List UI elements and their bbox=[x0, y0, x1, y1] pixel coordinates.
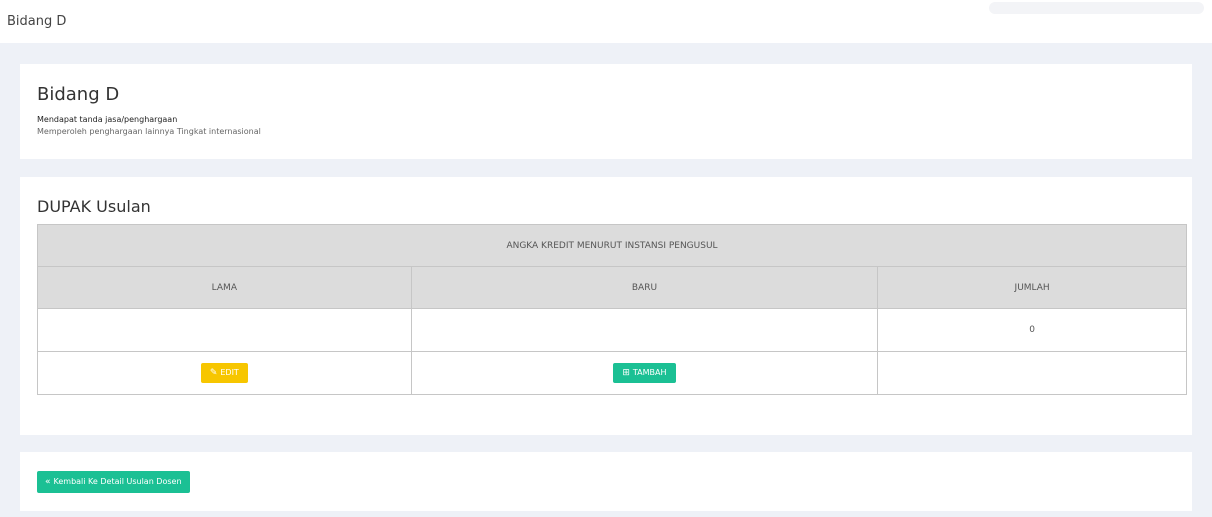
column-header-lama: LAMA bbox=[37, 266, 412, 309]
cell-jumlah: 0 bbox=[877, 308, 1187, 352]
group-header: ANGKA KREDIT MENURUT INSTANSI PENGUSUL bbox=[37, 224, 1187, 267]
cell-lama bbox=[37, 308, 412, 352]
plus-square-icon: ⊞ bbox=[622, 368, 630, 378]
back-card: «Kembali Ke Detail Usulan Dosen bbox=[20, 452, 1192, 511]
dupak-card: DUPAK Usulan ANGKA KREDIT MENURUT INSTAN… bbox=[20, 177, 1192, 435]
cell-add: ⊞ TAMBAH bbox=[410, 351, 879, 395]
header-pill bbox=[989, 2, 1204, 14]
edit-button[interactable]: ✎ EDIT bbox=[200, 363, 248, 383]
cell-baru bbox=[410, 308, 879, 352]
column-header-jumlah: JUMLAH bbox=[877, 266, 1187, 309]
cell-empty bbox=[877, 351, 1187, 395]
column-header-baru: BARU bbox=[410, 266, 879, 309]
info-card: Bidang D Mendapat tanda jasa/penghargaan… bbox=[20, 64, 1192, 159]
info-title: Bidang D bbox=[37, 84, 120, 105]
action-row: ✎ EDIT ⊞ TAMBAH bbox=[37, 351, 1187, 395]
cell-edit: ✎ EDIT bbox=[37, 351, 412, 395]
edit-icon: ✎ bbox=[209, 368, 218, 378]
dupak-table: ANGKA KREDIT MENURUT INSTANSI PENGUSUL L… bbox=[37, 224, 1187, 395]
edit-label: EDIT bbox=[220, 368, 239, 377]
dupak-title: DUPAK Usulan bbox=[37, 197, 151, 216]
info-line-1: Mendapat tanda jasa/penghargaan bbox=[37, 115, 178, 124]
back-button[interactable]: «Kembali Ke Detail Usulan Dosen bbox=[37, 471, 190, 493]
table-row: 0 bbox=[37, 308, 1187, 352]
double-chevron-left-icon: « bbox=[45, 477, 51, 487]
top-bar: Bidang D bbox=[0, 0, 1212, 43]
add-button[interactable]: ⊞ TAMBAH bbox=[613, 363, 676, 383]
add-label: TAMBAH bbox=[632, 368, 667, 377]
breadcrumb: Bidang D bbox=[7, 14, 67, 29]
info-line-2: Memperoleh penghargaan lainnya Tingkat i… bbox=[37, 127, 261, 136]
back-label: Kembali Ke Detail Usulan Dosen bbox=[53, 477, 182, 486]
